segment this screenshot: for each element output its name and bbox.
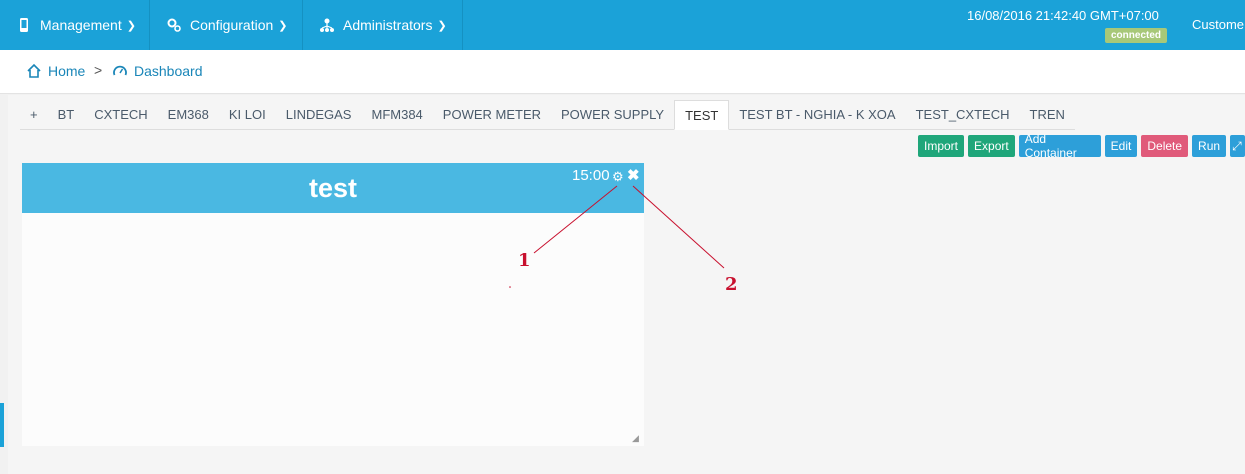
annotation-label-1: 1 <box>518 250 531 271</box>
annotation-overlay <box>509 185 725 288</box>
annotation-line-1 <box>533 185 618 254</box>
annotation-line-2 <box>632 185 725 269</box>
annotation-dot <box>509 286 511 288</box>
annotation-label-2: 2 <box>725 274 738 295</box>
